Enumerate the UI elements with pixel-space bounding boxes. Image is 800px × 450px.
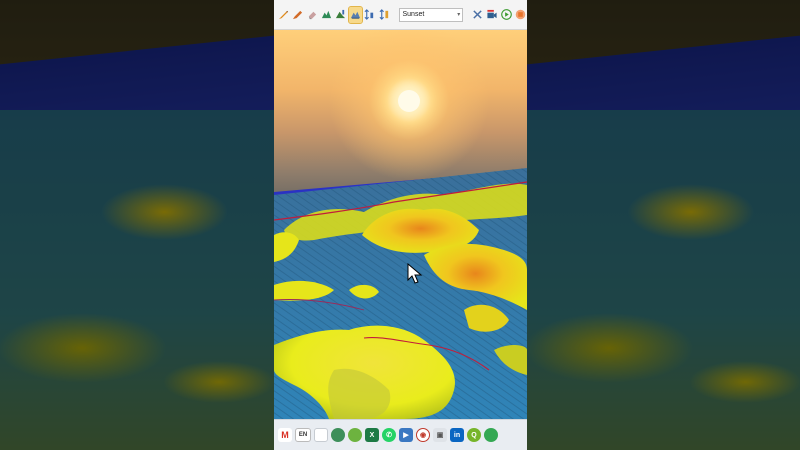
blurred-backdrop-left <box>0 0 274 450</box>
sky-preset-value: Sunset <box>402 11 425 18</box>
tools-icon[interactable] <box>471 7 483 23</box>
app-window: Sunset ▾ M EN X ✆ ▶ ◉ ▣ in Q <box>274 0 527 450</box>
pencil-icon[interactable] <box>277 7 289 23</box>
ruler-pencil-icon[interactable] <box>291 7 303 23</box>
record-icon[interactable] <box>515 7 527 23</box>
elevation-scale-icon[interactable] <box>378 7 390 23</box>
3d-terrain-viewport[interactable] <box>274 30 527 419</box>
chrome-icon[interactable] <box>484 428 498 442</box>
play-icon[interactable] <box>500 7 512 23</box>
blurred-backdrop-right <box>527 0 800 450</box>
language-indicator[interactable]: EN <box>295 428 311 442</box>
excel-icon[interactable]: X <box>365 428 379 442</box>
linkedin-icon[interactable]: in <box>450 428 464 442</box>
xbox-icon[interactable] <box>348 428 362 442</box>
movie-camera-icon[interactable] <box>486 7 498 23</box>
gmail-icon[interactable]: M <box>278 428 292 442</box>
camera-icon[interactable]: ▣ <box>433 428 447 442</box>
sun <box>398 90 420 112</box>
mouse-cursor-icon <box>407 263 423 284</box>
toolbar: Sunset ▾ <box>274 0 527 30</box>
chevron-down-icon: ▾ <box>457 12 461 18</box>
video-editor-icon[interactable]: ▶ <box>399 428 413 442</box>
eye-icon[interactable]: ◉ <box>416 428 430 442</box>
terrain-profile-icon[interactable] <box>320 7 332 23</box>
terrain-edit-icon[interactable] <box>335 7 347 23</box>
3d-view-icon[interactable] <box>348 5 363 24</box>
map-globe-icon[interactable] <box>331 428 345 442</box>
qgis-icon[interactable]: Q <box>467 428 481 442</box>
sky-preset-select[interactable]: Sunset ▾ <box>398 7 464 22</box>
vertical-scale-icon[interactable] <box>364 7 376 23</box>
taskbar: M EN X ✆ ▶ ◉ ▣ in Q <box>274 419 527 450</box>
whatsapp-icon[interactable]: ✆ <box>382 428 396 442</box>
document-icon[interactable] <box>314 428 328 442</box>
terrain-surface <box>274 168 527 419</box>
eraser-icon[interactable] <box>306 7 318 23</box>
